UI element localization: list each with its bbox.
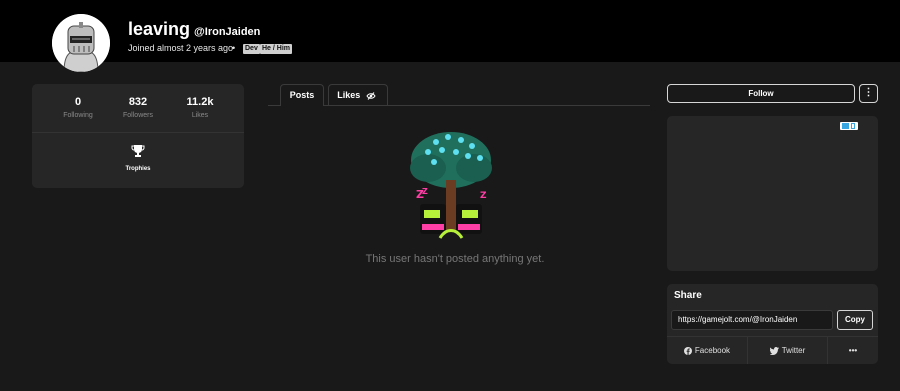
share-more-button[interactable]: •••	[827, 337, 878, 364]
empty-state-message: This user hasn't posted anything yet.	[365, 253, 545, 265]
stat-label: Following	[63, 112, 93, 119]
tab-label: Posts	[289, 90, 315, 100]
stat-value: 0	[74, 96, 82, 108]
pronouns-tag: He / Him	[260, 44, 293, 54]
stat-following[interactable]: 0 Following	[48, 96, 108, 119]
stat-value: 832	[128, 96, 148, 108]
stat-likes[interactable]: 11.2k Likes	[170, 96, 230, 119]
facebook-icon	[683, 346, 692, 355]
share-twitter-button[interactable]: Twitter	[747, 337, 827, 364]
share-card: Share https://gamejolt.com/@IronJaiden C…	[667, 284, 878, 364]
share-facebook-button[interactable]: Facebook	[667, 337, 747, 364]
knight-avatar-image	[52, 14, 110, 72]
username-handle[interactable]: @IronJaiden	[194, 26, 260, 38]
empty-state-illustration: Z Z Z	[406, 128, 496, 244]
separator-dot: •	[232, 43, 236, 53]
copy-button[interactable]: Copy	[837, 310, 873, 330]
twitter-label: Twitter	[781, 346, 806, 355]
twitter-icon	[769, 346, 779, 355]
more-options-button[interactable]: ⋮	[859, 84, 878, 103]
trophy-icon	[131, 145, 145, 157]
share-url-field[interactable]: https://gamejolt.com/@IronJaiden	[671, 310, 833, 330]
profile-header: leaving @IronJaiden Joined almost 2 years…	[0, 0, 900, 72]
tab-likes[interactable]: Likes	[328, 84, 388, 106]
sleeping-tree-image: Z Z Z	[410, 132, 492, 239]
dev-tag: Dev	[243, 44, 260, 54]
tab-label: Likes	[337, 90, 361, 100]
stat-value: 11.2k	[186, 96, 214, 108]
eye-slash-icon	[366, 91, 376, 100]
joined-date: Joined almost 2 years ago	[128, 43, 234, 53]
facebook-label: Facebook	[694, 346, 731, 355]
stats-card: 0 Following 832 Followers 11.2k Likes Tr…	[32, 84, 244, 188]
ad-choices-icon[interactable]	[840, 122, 858, 130]
stat-followers[interactable]: 832 Followers	[108, 96, 168, 119]
follow-button[interactable]: Follow	[667, 84, 855, 103]
share-title: Share	[674, 290, 702, 301]
svg-text:Z: Z	[422, 187, 428, 196]
trophies-link[interactable]: Trophies	[108, 144, 168, 172]
stat-label: Followers	[123, 112, 153, 119]
display-name: leaving	[128, 19, 191, 39]
avatar[interactable]	[52, 14, 110, 72]
ad-slot	[667, 116, 878, 271]
profile-name: leaving @IronJaiden	[128, 19, 260, 40]
divider	[32, 132, 244, 133]
trophies-label: Trophies	[125, 166, 151, 172]
tab-posts[interactable]: Posts	[280, 84, 324, 106]
tabs-underline	[268, 105, 650, 106]
stat-label: Likes	[191, 112, 209, 119]
svg-text:Z: Z	[480, 191, 487, 201]
